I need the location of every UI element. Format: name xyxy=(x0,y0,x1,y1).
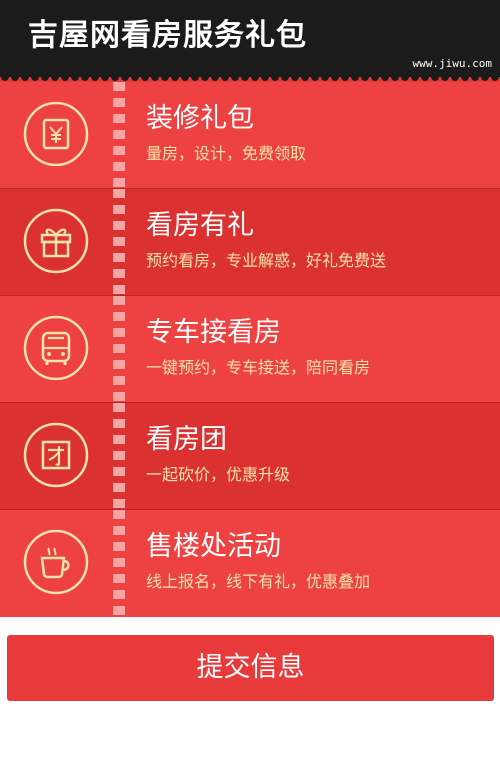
service-desc: 预约看房，专业解惑，好礼免费送 xyxy=(146,251,387,270)
gift-icon xyxy=(22,207,90,275)
group-tuan-icon xyxy=(22,421,90,489)
submit-button[interactable]: 提交信息 xyxy=(7,635,494,701)
bus-icon xyxy=(22,314,90,382)
service-desc: 量房，设计，免费领取 xyxy=(146,144,307,163)
service-item-group-tour[interactable]: 看房团 一起砍价，优惠升级 xyxy=(0,403,500,510)
site-url: www.jiwu.com xyxy=(412,57,492,70)
service-item-sales-office[interactable]: 售楼处活动 线上报名，线下有礼，优惠叠加 xyxy=(0,510,500,617)
service-list: 装修礼包 量房，设计，免费领取 看房有礼 预约看房，专业解惑，好礼免费送 专车接… xyxy=(0,82,500,617)
yen-tag-icon xyxy=(22,100,90,168)
service-name: 专车接看房 xyxy=(146,317,281,348)
dashed-divider xyxy=(113,189,125,295)
service-name: 售楼处活动 xyxy=(146,531,281,562)
service-item-viewing-gift[interactable]: 看房有礼 预约看房，专业解惑，好礼免费送 xyxy=(0,189,500,296)
service-desc: 一起砍价，优惠升级 xyxy=(146,465,291,484)
service-name: 看房团 xyxy=(146,424,227,455)
header-bar: 吉屋网看房服务礼包 www.jiwu.com xyxy=(0,0,500,77)
coffee-cup-icon xyxy=(22,528,90,596)
dashed-divider xyxy=(113,510,125,617)
service-desc: 一键预约，专车接送，陪同看房 xyxy=(146,358,371,377)
page-title: 吉屋网看房服务礼包 xyxy=(28,18,307,53)
dashed-divider xyxy=(113,296,125,402)
service-item-decoration[interactable]: 装修礼包 量房，设计，免费领取 xyxy=(0,82,500,189)
dashed-divider xyxy=(113,403,125,509)
service-name: 装修礼包 xyxy=(146,103,254,134)
service-item-shuttle[interactable]: 专车接看房 一键预约，专车接送，陪同看房 xyxy=(0,296,500,403)
service-desc: 线上报名，线下有礼，优惠叠加 xyxy=(146,572,371,591)
dashed-divider xyxy=(113,82,125,188)
service-name: 看房有礼 xyxy=(146,210,254,241)
